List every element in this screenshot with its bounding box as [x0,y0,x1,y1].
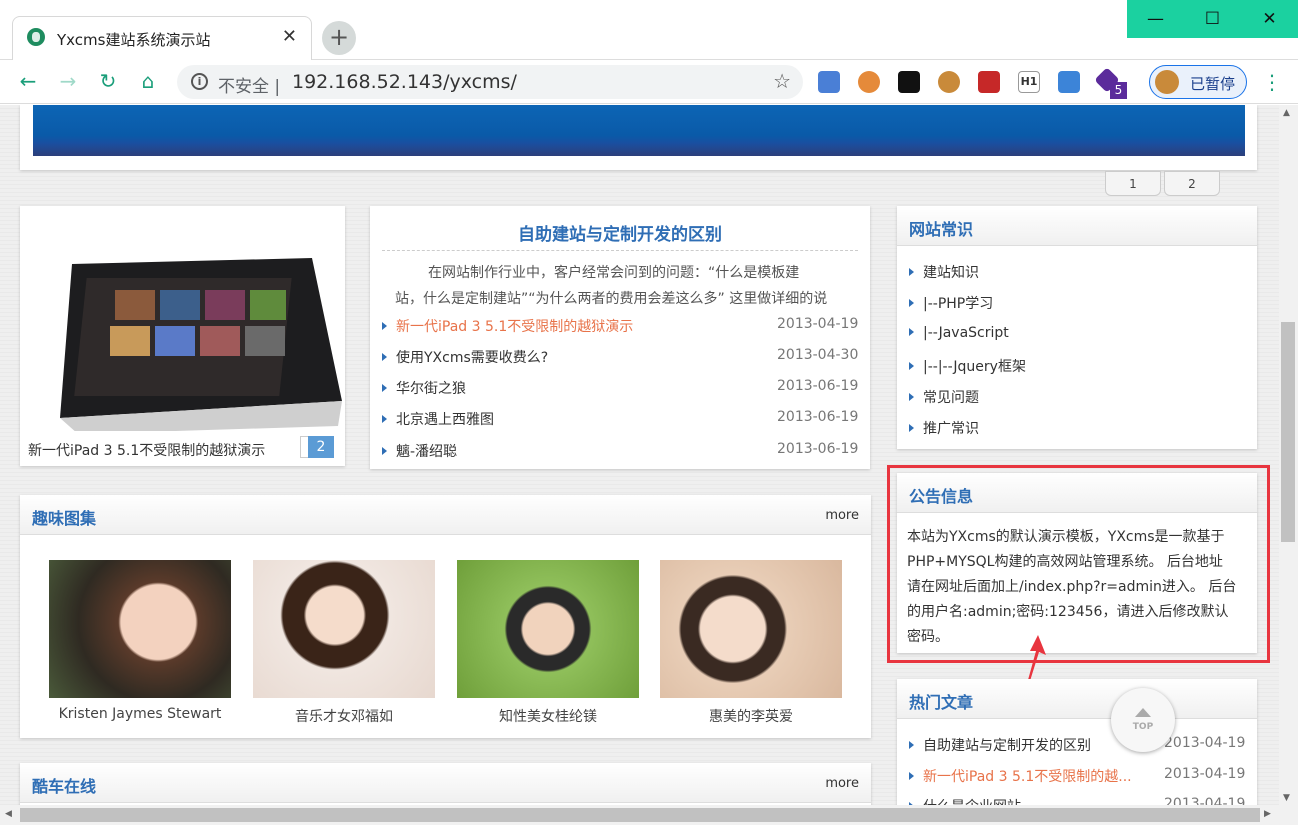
extension-badge: 5 [1110,82,1127,99]
photo-caption[interactable]: Kristen Jaymes Stewart [49,706,231,722]
profile-status: 已暂停 [1190,75,1236,93]
scroll-up-icon[interactable]: ▲ [1283,108,1290,118]
list-item[interactable]: 新一代iPad 3 5.1不受限制的越狱演示 [382,316,633,336]
article-title[interactable]: 自助建站与定制开发的区别 [370,220,870,245]
article-box: 自助建站与定制开发的区别 在网站制作行业中，客户经常会问到的问题：“什么是模板建… [370,206,870,469]
reload-icon[interactable]: ↻ [94,69,122,93]
address-bar[interactable]: i 不安全 | 192.168.52.143/yxcms/ ☆ [177,65,803,99]
tab-title: Yxcms建站系统演示站 [57,31,211,49]
list-item[interactable]: 华尔街之狼 [382,378,466,398]
item-date: 2013-04-30 [777,347,859,363]
item-date: 2013-04-19 [1164,735,1246,751]
list-item[interactable]: 北京遇上西雅图 [382,409,494,429]
info-icon[interactable]: i [191,73,208,90]
category-item[interactable]: 建站知识 [909,262,979,282]
banner-page-1[interactable]: 1 [1105,171,1161,196]
divider [382,250,858,251]
section-title: 趣味图集 [32,509,97,528]
photo-caption[interactable]: 惠美的李英爱 [660,706,842,726]
category-item[interactable]: |--|--Jquery框架 [909,356,1026,376]
h1-extension-icon[interactable]: H1 [1018,71,1040,93]
extension-h-icon[interactable] [898,71,920,93]
section-header: 酷车在线 more [20,763,871,803]
profile-button[interactable]: 已暂停 [1149,65,1247,99]
gallery-photo[interactable] [457,560,639,698]
bookmark-star-icon[interactable]: ☆ [773,69,791,93]
scroll-left-icon[interactable]: ◀ [5,809,12,819]
close-tab-icon[interactable]: ✕ [282,26,297,47]
more-link[interactable]: more [825,508,859,523]
list-item[interactable]: 什么是企业网站 [909,796,1021,805]
article-summary-line: 在网站制作行业中，客户经常会问到的问题：“什么是模板建 [428,265,800,281]
minimize-button[interactable]: — [1127,0,1184,38]
up-arrow-icon [1135,708,1151,717]
section-title: 热门文章 [909,693,974,712]
knowledge-box: 网站常识 建站知识 |--PHP学习 |--JavaScript |--|--J… [897,206,1257,449]
category-item[interactable]: 常见问题 [909,387,979,407]
featured-caption[interactable]: 新一代iPad 3 5.1不受限制的越狱演示 [28,440,265,460]
section-header: 热门文章 [897,679,1257,719]
horizontal-scroll-thumb[interactable] [20,808,1260,822]
home-icon[interactable]: ⌂ [134,69,162,93]
extension-icon[interactable] [858,71,880,93]
pdf-extension-icon[interactable] [978,71,1000,93]
extension-icon[interactable] [1058,71,1080,93]
close-window-button[interactable]: ✕ [1241,0,1298,38]
section-header: 趣味图集 more [20,495,871,535]
photo-caption[interactable]: 知性美女桂纶镁 [457,706,639,726]
item-date: 2013-04-19 [1164,796,1246,805]
page-viewport: 1 2 新一代iPad 3 5.1不受限制的越狱演示 1 2 自助建站与定制开发… [0,105,1279,805]
item-date: 2013-06-19 [777,378,859,394]
avatar [1155,70,1179,94]
hot-articles-box: 热门文章 自助建站与定制开发的区别 2013-04-19 新一代iPad 3 5… [897,679,1257,805]
list-item[interactable]: 使用YXcms需要收费么? [382,347,548,367]
category-item[interactable]: |--JavaScript [909,325,1009,341]
scroll-down-icon[interactable]: ▼ [1283,793,1290,803]
section-header: 网站常识 [897,206,1257,246]
more-link[interactable]: more [825,776,859,791]
scroll-right-icon[interactable]: ▶ [1264,809,1271,819]
item-date: 2013-04-19 [1164,766,1246,782]
slider-page-2[interactable]: 2 [308,436,334,458]
category-item[interactable]: |--PHP学习 [909,293,993,313]
insecure-label: 不安全 | [218,77,281,97]
list-item[interactable]: 自助建站与定制开发的区别 [909,735,1091,755]
list-item[interactable]: 魑-潘绍聪 [382,441,457,461]
cars-box: 酷车在线 more [20,763,871,805]
banner-image [33,105,1245,156]
browser-tab[interactable]: Yxcms建站系统演示站 ✕ [12,16,312,61]
featured-slider[interactable]: 新一代iPad 3 5.1不受限制的越狱演示 1 2 [20,206,345,466]
ipad-image [60,258,342,431]
vertical-scroll-thumb[interactable] [1281,322,1295,542]
category-item[interactable]: 推广常识 [909,418,979,438]
section-title: 酷车在线 [32,777,97,796]
address-toolbar: ← → ↻ ⌂ i 不安全 | 192.168.52.143/yxcms/ ☆ … [0,60,1298,104]
item-date: 2013-04-19 [777,316,859,332]
back-arrow-icon[interactable]: ← [14,69,42,93]
top-label: TOP [1132,722,1154,732]
banner-page-2[interactable]: 2 [1164,171,1220,196]
tab-strip: Yxcms建站系统演示站 ✕ + — ☐ ✕ [0,0,1298,61]
gallery-photo[interactable] [253,560,435,698]
back-to-top-button[interactable]: TOP [1111,688,1175,752]
translate-extension-icon[interactable] [818,71,840,93]
new-tab-button[interactable]: + [322,21,356,55]
list-item[interactable]: 新一代iPad 3 5.1不受限制的越... [909,766,1132,786]
gallery-photo[interactable] [49,560,231,698]
gallery-photo[interactable] [660,560,842,698]
menu-icon[interactable]: ⋮ [1262,70,1282,94]
section-title: 网站常识 [909,220,974,239]
photo-caption[interactable]: 音乐才女邓福如 [253,706,435,726]
forward-arrow-icon[interactable]: → [54,69,82,93]
site-favicon-icon [27,28,45,46]
item-date: 2013-06-19 [777,441,859,457]
cookie-extension-icon[interactable] [938,71,960,93]
maximize-button[interactable]: ☐ [1184,0,1241,38]
banner [20,105,1257,170]
article-summary-line: 站，什么是定制建站”“为什么两者的费用会差这么多” 这里做详细的说 [395,291,828,307]
item-date: 2013-06-19 [777,409,859,425]
url-text[interactable]: 192.168.52.143/yxcms/ [292,71,517,93]
highlight-frame [887,465,1270,663]
annotation-arrow-icon [1028,635,1046,681]
